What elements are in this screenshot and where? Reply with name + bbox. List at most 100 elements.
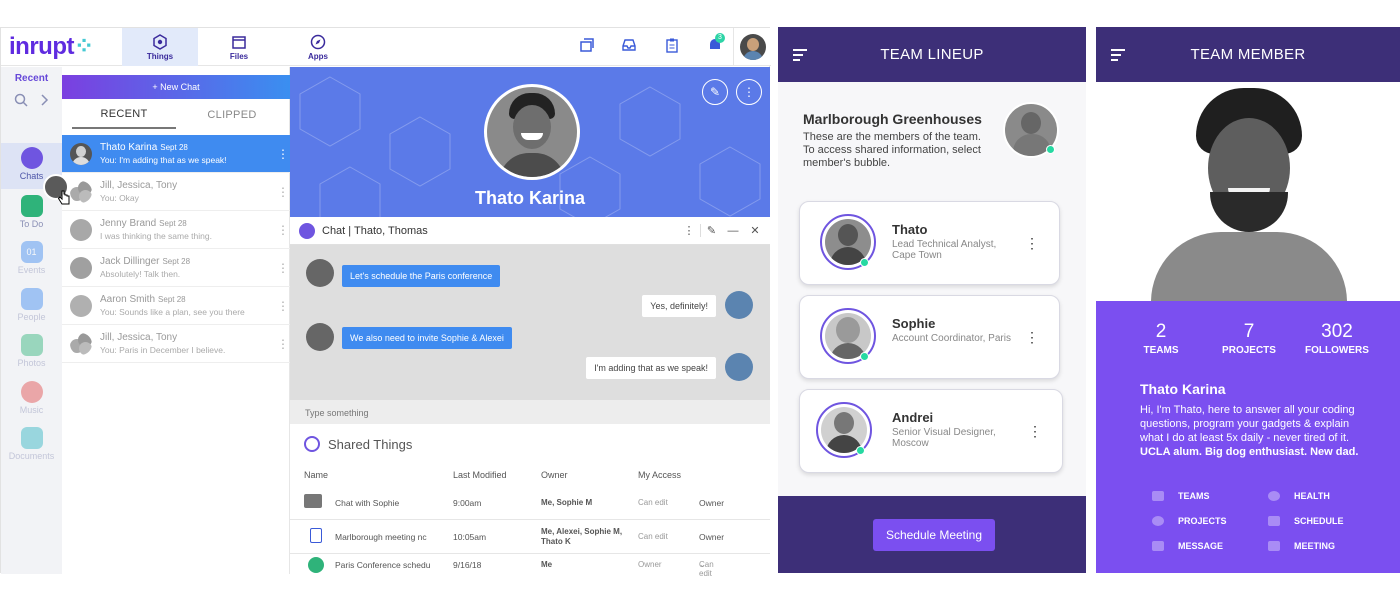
rail-label: Documents <box>8 451 55 461</box>
menu-message[interactable]: MESSAGE <box>1152 541 1223 551</box>
clipboard-icon[interactable] <box>664 37 680 53</box>
col-owner[interactable]: Owner <box>541 470 568 480</box>
tab-recent[interactable]: RECENT <box>72 101 176 129</box>
rail-label: To Do <box>19 219 44 229</box>
chat-name: Jill, Jessica, Tony <box>100 331 178 343</box>
avatar <box>740 34 766 60</box>
member-profile-body: 2 TEAMS 7 PROJECTS 302 FOLLOWERS Thato Kari… <box>1096 301 1400 573</box>
row-role: Owner <box>699 498 725 508</box>
rail-item-documents[interactable]: Documents <box>1 423 62 469</box>
chat-row[interactable]: Jenny Brand Sept 28 I was thinking the sa… <box>62 211 290 249</box>
more-options-button[interactable]: ⋮ <box>736 79 762 105</box>
team-lineup-footer: Schedule Meeting <box>778 496 1086 573</box>
menu-meeting[interactable]: MEETING <box>1268 541 1335 551</box>
nav-things[interactable]: Things <box>122 28 198 66</box>
windows-icon[interactable] <box>579 37 595 53</box>
rail-item-people[interactable]: People <box>1 284 62 330</box>
recent-label: Recent <box>14 73 49 84</box>
edit-button[interactable]: ✎ <box>702 79 728 105</box>
chat-date: Sept 28 <box>159 218 187 228</box>
member-card-thato[interactable]: Thato Lead Technical Analyst, Cape Town … <box>799 201 1060 285</box>
pin-icon[interactable]: ✎ <box>700 224 722 237</box>
rail-item-events[interactable]: 01 Events <box>1 237 62 283</box>
things-icon <box>304 436 320 452</box>
more-icon[interactable]: ⋮ <box>276 147 290 161</box>
hand-cursor-icon <box>57 190 70 205</box>
schedule-meeting-button[interactable]: Schedule Meeting <box>873 519 995 551</box>
chat-row[interactable]: Aaron Smith Sept 28 You: Sounds like a pl… <box>62 287 290 325</box>
user-avatar-button[interactable] <box>733 28 771 66</box>
new-chat-button[interactable]: + New Chat <box>62 75 290 99</box>
profile-photo <box>484 84 580 180</box>
stat-followers[interactable]: 302 FOLLOWERS <box>1292 321 1382 356</box>
member-card-sophie[interactable]: Sophie Account Coordinator, Paris ⋮ <box>799 295 1060 379</box>
member-bio: Hi, I'm Thato, here to answer all your c… <box>1140 403 1365 459</box>
dragged-avatar[interactable] <box>43 174 70 205</box>
stat-value: 302 <box>1321 321 1353 342</box>
stat-projects[interactable]: 7 PROJECTS <box>1204 321 1294 356</box>
row-name: Marlborough meeting nc <box>335 532 427 542</box>
table-row[interactable]: Chat with Sophie 9:00am Me, Sophie M Can… <box>290 486 770 520</box>
chat-date: Sept 28 <box>162 256 191 266</box>
chat-folder-icon <box>304 494 322 508</box>
group-avatar <box>70 332 92 355</box>
inbox-icon[interactable] <box>621 37 637 53</box>
menu-health[interactable]: HEALTH <box>1268 491 1330 501</box>
apps-icon <box>310 34 326 49</box>
chat-row[interactable]: Jack Dillinger Sept 28 Absolutely! Talk t… <box>62 249 290 287</box>
chat-row[interactable]: Thato Karina Sept 28 You: I'm adding that… <box>62 135 290 173</box>
minimize-icon[interactable]: — <box>722 225 744 237</box>
more-icon[interactable]: ⋮ <box>1028 423 1042 440</box>
top-bar: inrupt⁘ Things Files Apps 3 <box>1 28 771 66</box>
col-name[interactable]: Name <box>304 470 328 480</box>
shared-title-text: Shared Things <box>328 436 413 452</box>
tab-clipped[interactable]: CLIPPED <box>180 101 284 129</box>
more-icon[interactable]: ⋮ <box>1025 329 1039 346</box>
row-owner: Me <box>541 560 553 569</box>
nav-files[interactable]: Files <box>201 28 277 66</box>
chat-bubble-icon <box>299 222 315 239</box>
team-member-screen: TEAM MEMBER 2 TEAMS 7 PROJECTS 302 FOLLOWER… <box>1096 27 1400 573</box>
group-avatar <box>70 180 92 203</box>
member-card-andrei[interactable]: Andrei Senior Visual Designer, Moscow ⋮ <box>799 389 1063 473</box>
rail-item-music[interactable]: Music <box>1 377 62 423</box>
chat-row[interactable]: Jill, Jessica, Tony You: Paris in Decemb… <box>62 325 290 363</box>
stat-teams[interactable]: 2 TEAMS <box>1116 321 1206 356</box>
menu-icon[interactable] <box>1111 49 1125 61</box>
more-icon[interactable]: ⋮ <box>276 261 290 275</box>
more-icon[interactable]: ⋮ <box>276 185 290 199</box>
more-icon[interactable]: ⋮ <box>276 337 290 351</box>
bio-bold-text: UCLA alum. Big dog enthusiast. New dad. <box>1140 446 1359 458</box>
row-modified: 9/16/18 <box>453 560 482 570</box>
menu-teams[interactable]: TEAMS <box>1152 491 1210 501</box>
rail-item-photos[interactable]: Photos <box>1 330 62 376</box>
chevron-down-icon: ⌄ <box>699 560 706 569</box>
col-my-access[interactable]: My Access <box>638 470 681 480</box>
more-icon[interactable]: ⋮ <box>276 223 290 237</box>
close-icon[interactable]: ✕ <box>744 224 766 237</box>
row-access: Can edit <box>638 498 668 507</box>
menu-label: MESSAGE <box>1178 541 1224 551</box>
col-last-modified[interactable]: Last Modified <box>453 470 507 480</box>
search-icon[interactable] <box>14 93 28 107</box>
message-input[interactable]: Type something <box>290 400 770 424</box>
nav-apps[interactable]: Apps <box>280 28 356 66</box>
menu-projects[interactable]: PROJECTS <box>1152 516 1227 526</box>
chat-preview: You: Sounds like a plan, see you there <box>100 306 245 317</box>
pencil-icon: ✎ <box>709 85 721 99</box>
chevron-right-icon[interactable] <box>40 94 50 106</box>
menu-schedule[interactable]: SCHEDULE <box>1268 516 1344 526</box>
notifications-button[interactable]: 3 <box>706 33 725 54</box>
online-indicator <box>860 352 869 361</box>
inrupt-logo[interactable]: inrupt⁘ <box>9 32 94 61</box>
more-icon[interactable]: ⋮ <box>276 299 290 313</box>
table-row[interactable]: Paris Conference schedu 9/16/18 Me Owner… <box>290 554 770 578</box>
more-icon[interactable]: ⋮ <box>1025 235 1039 252</box>
table-row[interactable]: Marlborough meeting nc 10:05am Me, Alexe… <box>290 520 770 554</box>
chat-preview: You: Okay <box>100 192 139 203</box>
documents-icon <box>20 427 43 449</box>
menu-icon[interactable] <box>793 49 807 61</box>
people-icon <box>20 288 43 310</box>
more-icon[interactable]: ⋮ <box>678 224 700 237</box>
chat-row[interactable]: Jill, Jessica, Tony You: Okay ⋮ <box>62 173 290 211</box>
